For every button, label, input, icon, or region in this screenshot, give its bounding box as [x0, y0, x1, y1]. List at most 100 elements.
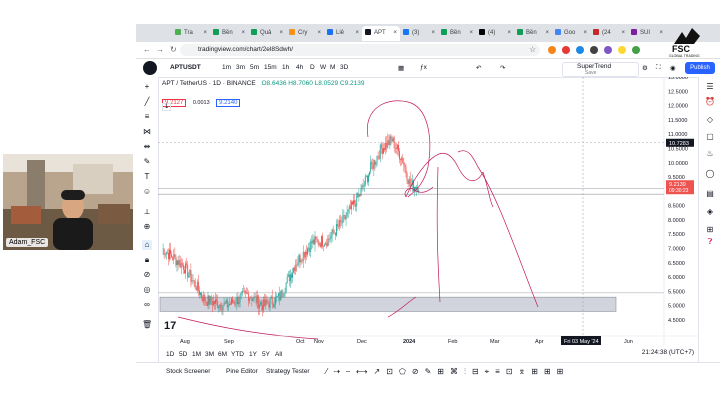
freehand-drawing[interactable] [457, 150, 539, 308]
browser-tab[interactable]: SUI × [628, 26, 666, 41]
text-icon[interactable]: T [142, 172, 152, 182]
tab-close-icon[interactable]: × [241, 26, 245, 41]
hotlist-icon[interactable]: ◈ [705, 207, 715, 217]
timeframe-button[interactable]: 1h [282, 64, 289, 71]
profile-avatar-icon[interactable] [632, 46, 640, 54]
pattern-icon[interactable]: ⋈ [142, 127, 152, 137]
notification-icon[interactable]: ♨ [705, 149, 715, 159]
fib-icon[interactable]: ≡ [142, 112, 152, 122]
browser-tab[interactable]: Cry × [286, 26, 324, 41]
browser-tab[interactable]: (4) × [476, 26, 514, 41]
browser-tab[interactable]: Goo × [552, 26, 590, 41]
metamask-icon[interactable] [548, 46, 556, 54]
indicator-count[interactable]: 1 [162, 103, 172, 111]
range-button[interactable]: 1M [192, 351, 201, 358]
range-button[interactable]: 5D [179, 351, 187, 358]
extension-icon[interactable] [604, 46, 612, 54]
range-button[interactable]: YTD [231, 351, 244, 358]
tab-close-icon[interactable]: × [621, 26, 625, 41]
zoom-icon[interactable]: ⊕ [142, 222, 152, 232]
drawing-shortcut-tools[interactable]: ⁄⇢⎯⟷↗⊡⬠⊘✎⊞⌘⫶⊟⌖≡⊡⌆⊞⊞⊞ [326, 367, 569, 377]
extension-icon[interactable] [562, 46, 570, 54]
chat-icon[interactable]: ▢ [705, 132, 715, 142]
browser-tab[interactable]: Bền × [210, 26, 248, 41]
publish-button[interactable]: Publish [685, 62, 715, 74]
browser-tab[interactable]: Quả × [248, 26, 286, 41]
timeframe-button[interactable]: 4h [296, 64, 303, 71]
timeframe-button[interactable]: 15m [264, 64, 277, 71]
watchlist-icon[interactable]: ☰ [705, 82, 715, 92]
tab-close-icon[interactable]: × [507, 26, 511, 41]
tab-close-icon[interactable]: × [279, 26, 283, 41]
emoji-icon[interactable]: ☺ [142, 187, 152, 197]
help-icon[interactable]: ❓︎ [705, 237, 715, 247]
tab-close-icon[interactable]: × [203, 26, 207, 41]
range-button[interactable]: 1Y [249, 351, 257, 358]
bookmark-star-icon[interactable]: ☆ [529, 45, 536, 55]
browser-tab[interactable]: APT × [362, 26, 400, 41]
indicators-icon[interactable]: ƒx [420, 64, 427, 71]
tradingview-logo-icon[interactable]: 17 [164, 320, 176, 332]
tab-close-icon[interactable]: × [431, 26, 435, 41]
timeframe-button[interactable]: 3D [340, 64, 348, 71]
range-button[interactable]: 3M [205, 351, 214, 358]
magnet-icon[interactable]: ⌂ [142, 240, 152, 250]
brush-icon[interactable]: ✎ [142, 157, 152, 167]
lock-drawings-icon[interactable]: ⊘ [142, 270, 152, 280]
buy-price-box[interactable]: 9.2140 [216, 99, 241, 107]
tab-close-icon[interactable]: × [469, 26, 473, 41]
freehand-drawing[interactable] [427, 152, 484, 182]
extension-icon[interactable] [590, 46, 598, 54]
layout-selector[interactable]: SuperTrend Save [562, 62, 639, 77]
redo-icon[interactable]: ↷ [500, 64, 505, 72]
range-button[interactable]: All [275, 351, 282, 358]
freehand-drawing[interactable] [436, 166, 441, 303]
tab-close-icon[interactable]: × [545, 26, 549, 41]
bottom-tab[interactable]: Strategy Tester [266, 368, 310, 375]
trendline-icon[interactable]: ╱ [142, 97, 152, 107]
lock-icon[interactable]: 🔒︎ [142, 255, 152, 265]
stream-icon[interactable]: ⊞ [705, 225, 715, 235]
timeframe-button[interactable]: 3m [236, 64, 245, 71]
browser-tab[interactable]: (24 × [590, 26, 628, 41]
settings-gear-icon[interactable]: ⚙ [642, 64, 648, 72]
range-button[interactable]: 5Y [262, 351, 270, 358]
url-field[interactable]: tradingview.com/chart/2el8Sdwh/ [180, 44, 540, 56]
reload-icon[interactable]: ↻ [170, 45, 177, 55]
tab-close-icon[interactable]: × [355, 26, 359, 41]
timeframe-button[interactable]: W [320, 64, 326, 71]
range-button[interactable]: 1D [166, 351, 174, 358]
ideas-icon[interactable]: ◯ [705, 169, 715, 179]
browser-tab[interactable]: Tra × [172, 26, 210, 41]
bottom-tab[interactable]: Pine Editor [226, 368, 258, 375]
browser-tab[interactable]: Bền × [514, 26, 552, 41]
camera-icon[interactable]: ◉ [670, 64, 676, 72]
symbol-search-button[interactable]: APTUSDT [170, 64, 201, 71]
timeframe-button[interactable]: D [310, 64, 315, 71]
extension-icon[interactable] [618, 46, 626, 54]
forward-icon[interactable]: → [156, 45, 164, 55]
back-icon[interactable]: ← [143, 45, 151, 55]
layers-icon[interactable]: ◇ [705, 115, 715, 125]
tab-close-icon[interactable]: × [317, 26, 321, 41]
chart-type-icon[interactable]: ▦ [398, 64, 404, 72]
tab-close-icon[interactable]: × [583, 26, 587, 41]
fullscreen-icon[interactable]: ⛶ [656, 64, 661, 72]
link-icon[interactable]: ∞ [142, 300, 152, 310]
user-avatar[interactable] [143, 61, 157, 75]
chart-canvas[interactable]: 13.0000 12.5000 12.0000 11.5000 11.0000 10.50… [158, 75, 698, 345]
measure-icon[interactable]: ⟂ [142, 207, 152, 217]
tab-close-icon[interactable]: × [659, 26, 663, 41]
timeframe-button[interactable]: 1m [222, 64, 231, 71]
price-chart[interactable]: 13.0000 12.5000 12.0000 11.5000 11.0000 10.50… [158, 75, 698, 345]
browser-tab[interactable]: (3) × [400, 26, 438, 41]
tab-close-icon[interactable]: × [393, 26, 397, 41]
browser-tab[interactable]: Liê × [324, 26, 362, 41]
crosshair-icon[interactable]: + [142, 82, 152, 92]
timeframe-button[interactable]: 5m [250, 64, 259, 71]
timeframe-button[interactable]: M [330, 64, 335, 71]
ruler-icon[interactable]: ⇹ [142, 142, 152, 152]
range-button[interactable]: 6M [218, 351, 227, 358]
bottom-tab[interactable]: Stock Screener [166, 368, 210, 375]
trash-icon[interactable]: 🗑︎ [142, 320, 152, 330]
